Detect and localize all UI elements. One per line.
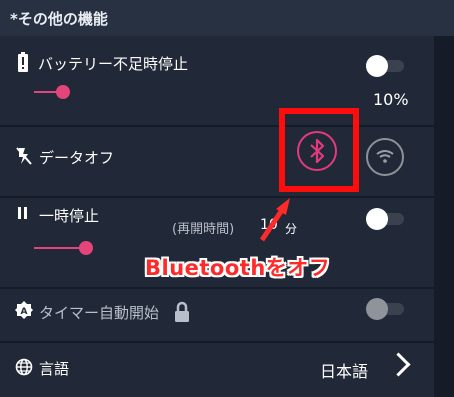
svg-text:A: A <box>21 307 28 317</box>
battery-threshold-slider[interactable] <box>34 85 70 99</box>
battery-threshold-value: 10% <box>373 90 409 109</box>
globe-icon <box>15 358 33 376</box>
pause-icon <box>18 207 27 219</box>
flash-off-icon <box>16 147 32 165</box>
battery-low-stop-toggle[interactable] <box>366 55 406 77</box>
arrow-icon <box>259 198 290 242</box>
resume-time-label: (再開時間) <box>172 222 235 237</box>
section-title: *その他の機能 <box>10 10 108 28</box>
section-header: *その他の機能 <box>0 0 454 36</box>
annotation-text: Bluetoothをオフ <box>145 256 331 280</box>
bluetooth-icon <box>310 138 325 164</box>
divider <box>0 341 434 343</box>
data-off-label: データオフ <box>39 149 115 167</box>
lock-icon <box>175 301 189 322</box>
resume-time-slider[interactable] <box>34 241 94 255</box>
auto-icon: A <box>15 301 33 319</box>
timer-autostart-label: タイマー自動開始 <box>39 304 160 322</box>
battery-alert-icon <box>18 52 28 72</box>
pause-label: 一時停止 <box>39 207 100 225</box>
wifi-button[interactable] <box>366 138 404 176</box>
battery-low-stop-label: バッテリー不足時停止 <box>38 55 189 73</box>
timer-autostart-toggle[interactable] <box>366 298 406 320</box>
divider <box>0 125 434 127</box>
language-label: 言語 <box>39 360 70 378</box>
divider <box>0 287 434 289</box>
language-value[interactable]: 日本語 <box>320 358 368 382</box>
pause-toggle[interactable] <box>366 208 406 230</box>
bluetooth-button[interactable] <box>297 131 337 171</box>
divider <box>0 196 434 198</box>
wifi-icon <box>376 150 394 163</box>
